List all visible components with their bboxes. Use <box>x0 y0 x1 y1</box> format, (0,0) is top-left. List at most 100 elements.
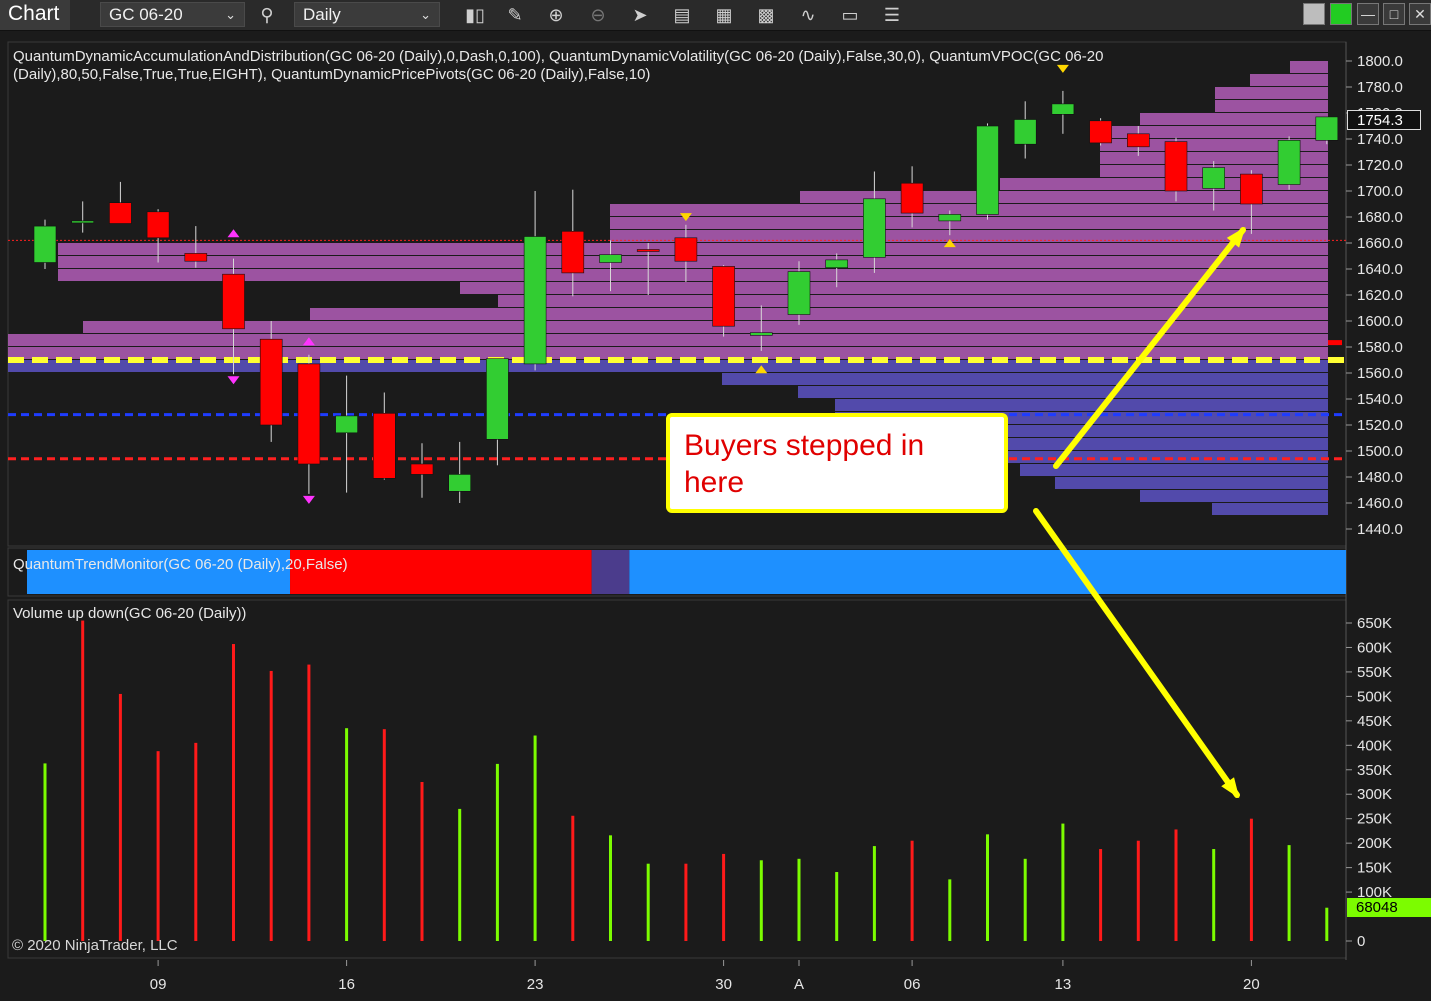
volume-bar <box>684 863 688 941</box>
volume-profile-band <box>1250 74 1328 86</box>
volume-tick-label: 500K <box>1357 688 1392 705</box>
candle-body <box>109 202 132 224</box>
price-tick-label: 1580.0 <box>1357 339 1403 356</box>
volume-bar <box>722 853 726 941</box>
chevron-down-icon: ⌄ <box>420 7 431 22</box>
candle-body <box>335 415 358 434</box>
volume-profile-band <box>1020 464 1328 476</box>
candle-body <box>486 358 509 440</box>
volume-tick-label: 650K <box>1357 615 1392 632</box>
volume-profile-band <box>1140 113 1328 125</box>
interval-selector[interactable]: Daily ⌄ <box>294 2 440 27</box>
volume-bar <box>1061 823 1065 941</box>
candle-body <box>1202 167 1225 189</box>
price-tick-label: 1480.0 <box>1357 469 1403 486</box>
candle-body <box>976 125 999 215</box>
volume-tick-label: 450K <box>1357 713 1392 730</box>
volume-profile-band <box>722 373 1328 385</box>
candle-body <box>712 266 735 327</box>
volume-bar <box>345 728 349 941</box>
x-tick-label: 20 <box>1243 976 1260 993</box>
candle-body <box>146 211 170 239</box>
candle-body <box>448 474 472 492</box>
connection-status-icon[interactable] <box>1330 3 1352 25</box>
candle-body <box>1277 140 1301 185</box>
last-price-marker: 1754.3 <box>1347 110 1421 130</box>
volume-bar <box>571 815 575 941</box>
gray-square-icon[interactable] <box>1303 3 1325 25</box>
volume-bar <box>986 834 989 941</box>
annotation-callout[interactable]: Buyers stepped in here <box>666 413 1008 513</box>
candle-body <box>1089 120 1112 144</box>
candle-body <box>297 363 321 465</box>
trend-segment <box>629 550 1346 594</box>
zoom-in-icon[interactable]: ⊕ <box>543 3 569 27</box>
volume-bar <box>1212 849 1216 941</box>
volume-bar <box>458 808 462 941</box>
volume-bar <box>609 835 612 941</box>
candle-body <box>900 182 924 214</box>
volume-bar <box>1099 849 1103 941</box>
drawing-objects-icon[interactable]: ▭ <box>837 3 863 27</box>
interval-label: Daily <box>303 5 341 24</box>
pencil-icon[interactable]: ✎ <box>502 3 528 27</box>
volume-tick-label: 600K <box>1357 639 1392 656</box>
x-tick-label: 06 <box>904 976 921 993</box>
candle-body <box>410 463 434 475</box>
candle-body <box>222 273 245 330</box>
candle-body <box>184 253 208 262</box>
chart-area[interactable]: 1440.0 1460.0 1480.0 1500.0 1520.0 1540.0 1560… <box>0 31 1431 1001</box>
volume-bar <box>910 840 914 941</box>
volume-bar <box>495 763 499 941</box>
volume-bar <box>307 664 311 941</box>
volume-bar <box>43 763 47 941</box>
volume-panel-label: Volume up down(GC 06-20 (Daily)) <box>13 605 247 622</box>
candlestick-icon[interactable]: ▮▯ <box>462 3 488 27</box>
price-tick-label: 1740.0 <box>1357 131 1403 148</box>
volume-bar <box>118 693 122 941</box>
candle-body <box>674 237 698 262</box>
volume-tick-label: 250K <box>1357 811 1392 828</box>
volume-tick-label: 550K <box>1357 664 1392 681</box>
volume-tick-label: 400K <box>1357 737 1392 754</box>
volume-profile-band <box>1215 100 1328 112</box>
properties-icon[interactable]: ▦ <box>711 3 737 27</box>
candle-body <box>1164 141 1188 192</box>
volume-tick-label: 150K <box>1357 860 1392 877</box>
close-icon[interactable]: ✕ <box>1409 3 1431 25</box>
volume-bar <box>420 782 424 941</box>
candle-body <box>938 214 962 222</box>
volume-profile-band <box>498 295 1328 307</box>
volume-profile-band <box>1055 477 1328 489</box>
bar-chart-icon[interactable]: ▩ <box>753 3 779 27</box>
maximize-icon[interactable]: □ <box>1383 3 1405 25</box>
price-tick-label: 1800.0 <box>1357 53 1403 70</box>
price-tick-label: 1440.0 <box>1357 521 1403 538</box>
price-tick-label: 1540.0 <box>1357 391 1403 408</box>
strategy-icon[interactable]: ∿ <box>795 3 821 27</box>
search-icon[interactable]: ⚲ <box>254 3 280 27</box>
candle-body <box>599 254 622 263</box>
volume-profile-band <box>960 425 1328 437</box>
candle-body <box>1127 133 1150 148</box>
instrument-selector[interactable]: GC 06-20 ⌄ <box>100 2 245 27</box>
x-tick-label: A <box>794 976 804 993</box>
pointer-icon[interactable]: ➤ <box>627 3 653 27</box>
price-tick-label: 1600.0 <box>1357 313 1403 330</box>
volume-profile-band <box>610 204 1328 216</box>
candle-body <box>787 271 811 315</box>
volume-profile-band <box>1140 490 1328 502</box>
data-box-icon[interactable]: ▤ <box>669 3 695 27</box>
candle-body <box>1013 119 1037 145</box>
volume-bar <box>759 860 763 941</box>
candle-body <box>561 231 585 274</box>
volume-profile-band <box>1290 61 1328 73</box>
zoom-out-icon[interactable]: ⊖ <box>585 3 611 27</box>
x-tick-label: 09 <box>150 976 167 993</box>
price-tick-label: 1660.0 <box>1357 235 1403 252</box>
volume-bar <box>81 620 85 941</box>
minimize-icon[interactable]: — <box>1357 3 1379 25</box>
list-icon[interactable]: ☰ <box>879 3 905 27</box>
instrument-label: GC 06-20 <box>109 5 183 24</box>
price-tick-label: 1460.0 <box>1357 495 1403 512</box>
